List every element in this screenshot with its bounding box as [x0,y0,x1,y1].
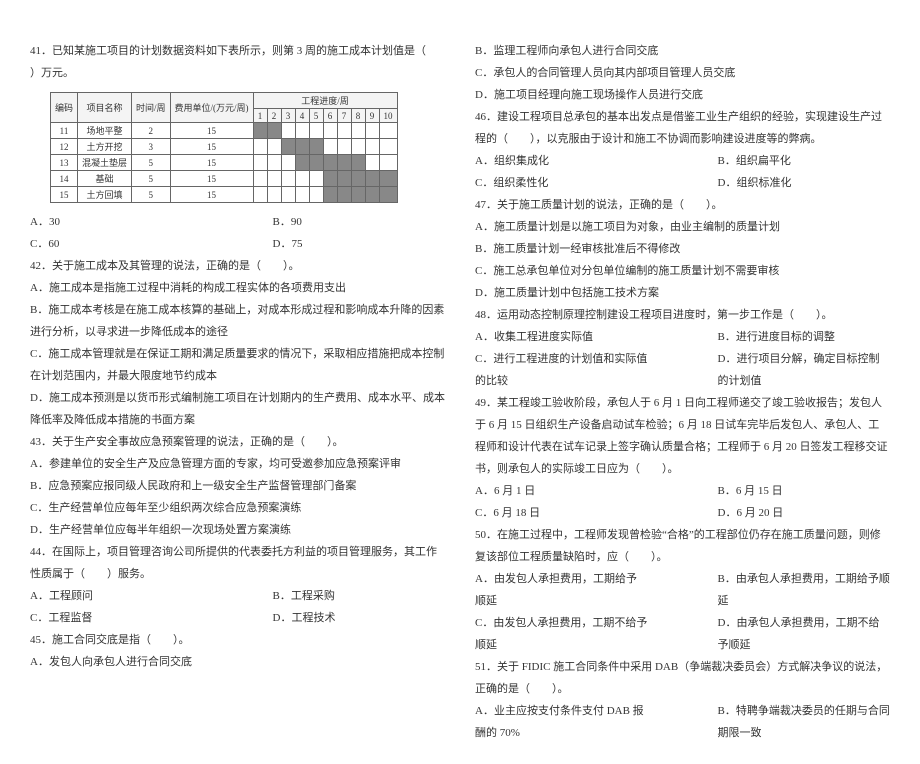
q43-opt-c: C．生产经营单位应每年至少组织两次综合应急预案演练 [30,497,445,519]
th-week: 7 [337,109,351,123]
q44-stem: 44．在国际上，项目管理咨询公司所提供的代表委托方利益的项目管理服务，其工作性质… [30,541,445,585]
q44-opts-row2: C．工程监督 D．工程技术 [30,607,445,629]
q47-opt-b: B．施工质量计划一经审核批准后不得修改 [475,238,890,260]
q48-stem: 48．运用动态控制原理控制建设工程项目进度时，第一步工作是（ ）。 [475,304,890,326]
q44-opt-c: C．工程监督 [30,607,203,629]
q42-opt-c: C．施工成本管理就是在保证工期和满足质量要求的情况下，采取相应措施把成本控制在计… [30,343,445,387]
q46-opts-row2: C．组织柔性化 D．组织标准化 [475,172,890,194]
q48-opt-d: D．进行项目分解，确定目标控制的计划值 [718,348,891,392]
q46-opts-row1: A．组织集成化 B．组织扁平化 [475,150,890,172]
q45-opt-c: C．承包人的合同管理人员向其内部项目管理人员交底 [475,62,890,84]
q45-stem: 45．施工合同交底是指（ ）。 [30,629,445,651]
table-row: 14基础515 [51,171,398,187]
q45-opt-b: B．监理工程师向承包人进行合同交底 [475,40,890,62]
q43-stem: 43．关于生产安全事故应急预案管理的说法，正确的是（ ）。 [30,431,445,453]
q47-stem: 47．关于施工质量计划的说法，正确的是（ ）。 [475,194,890,216]
q49-opt-b: B．6 月 15 日 [718,480,891,502]
th-week: 8 [351,109,365,123]
q45-opt-a: A．发包人向承包人进行合同交底 [30,651,445,673]
q49-opt-d: D．6 月 20 日 [718,502,891,524]
table-row: 15土方回填515 [51,187,398,203]
q41-opt-c: C．60 [30,233,203,255]
q47-opt-c: C．施工总承包单位对分包单位编制的施工质量计划不需要审核 [475,260,890,282]
th-week: 3 [281,109,295,123]
q46-stem: 46．建设工程项目总承包的基本出发点是借鉴工业生产组织的经验，实现建设生产过程的… [475,106,890,150]
q41-opt-d: D．75 [273,233,446,255]
q44-opt-d: D．工程技术 [273,607,446,629]
q46-opt-c: C．组织柔性化 [475,172,648,194]
th-progress: 工程进度/周 [253,93,397,109]
th-name: 项目名称 [78,93,132,123]
q50-opt-c: C．由发包人承担费用，工期不给予顺延 [475,612,648,656]
q49-opts-row1: A．6 月 1 日 B．6 月 15 日 [475,480,890,502]
q41-opt-b: B．90 [273,211,446,233]
left-column: 41．已知某施工项目的计划数据资料如下表所示，则第 3 周的施工成本计划值是（ … [30,40,445,744]
q48-opt-b: B．进行进度目标的调整 [718,326,891,348]
q45-opt-d: D．施工项目经理向施工现场操作人员进行交底 [475,84,890,106]
th-week: 9 [365,109,379,123]
gantt-table: 编码 项目名称 时间/周 费用单位/(万元/周) 工程进度/周 1 2 3 4 … [50,92,398,203]
q41-opts-row1: A．30 B．90 [30,211,445,233]
q50-opt-a: A．由发包人承担费用，工期给予顺延 [475,568,648,612]
q48-opts-row2: C．进行工程进度的计划值和实际值的比较 D．进行项目分解，确定目标控制的计划值 [475,348,890,392]
q50-opt-b: B．由承包人承担费用，工期给予顺延 [718,568,891,612]
right-column: B．监理工程师向承包人进行合同交底 C．承包人的合同管理人员向其内部项目管理人员… [475,40,890,744]
q41-opts-row2: C．60 D．75 [30,233,445,255]
q43-opt-a: A．参建单位的安全生产及应急管理方面的专家，均可受邀参加应急预案评审 [30,453,445,475]
q41-table: 编码 项目名称 时间/周 费用单位/(万元/周) 工程进度/周 1 2 3 4 … [50,92,445,203]
q50-stem: 50．在施工过程中，工程师发现曾检验“合格”的工程部位仍存在施工质量问题，则修复… [475,524,890,568]
table-row: 13混凝土垫层515 [51,155,398,171]
q42-opt-a: A．施工成本是指施工过程中消耗的构成工程实体的各项费用支出 [30,277,445,299]
q41-opt-a: A．30 [30,211,203,233]
q49-opt-c: C．6 月 18 日 [475,502,648,524]
q46-opt-a: A．组织集成化 [475,150,648,172]
table-row: 11场地平整215 [51,123,398,139]
q42-opt-b: B．施工成本考核是在施工成本核算的基础上，对成本形成过程和影响成本升降的因素进行… [30,299,445,343]
q51-opt-a: A．业主应按支付条件支付 DAB 报酬的 70% [475,700,648,744]
table-row: 12土方开挖315 [51,139,398,155]
q51-stem: 51．关于 FIDIC 施工合同条件中采用 DAB（争端裁决委员会）方式解决争议… [475,656,890,700]
q42-stem: 42．关于施工成本及其管理的说法，正确的是（ ）。 [30,255,445,277]
q50-opt-d: D．由承包人承担费用，工期不给予顺延 [718,612,891,656]
q46-opt-d: D．组织标准化 [718,172,891,194]
q43-opt-d: D．生产经营单位应每半年组织一次现场处置方案演练 [30,519,445,541]
q49-opts-row2: C．6 月 18 日 D．6 月 20 日 [475,502,890,524]
th-code: 编码 [51,93,78,123]
th-week: 1 [253,109,267,123]
th-time: 时间/周 [132,93,171,123]
q48-opts-row1: A．收集工程进度实际值 B．进行进度目标的调整 [475,326,890,348]
q43-opt-b: B．应急预案应报同级人民政府和上一级安全生产监督管理部门备案 [30,475,445,497]
q42-opt-d: D．施工成本预测是以货币形式编制施工项目在计划期内的生产费用、成本水平、成本降低… [30,387,445,431]
q50-opts-row1: A．由发包人承担费用，工期给予顺延 B．由承包人承担费用，工期给予顺延 [475,568,890,612]
q44-opt-a: A．工程顾问 [30,585,203,607]
q49-stem: 49．某工程竣工验收阶段，承包人于 6 月 1 日向工程师递交了竣工验收报告；发… [475,392,890,480]
q48-opt-a: A．收集工程进度实际值 [475,326,648,348]
q49-opt-a: A．6 月 1 日 [475,480,648,502]
th-cost: 费用单位/(万元/周) [170,93,253,123]
th-week: 2 [267,109,281,123]
page-container: 41．已知某施工项目的计划数据资料如下表所示，则第 3 周的施工成本计划值是（ … [0,0,920,764]
th-week: 4 [295,109,309,123]
q47-opt-a: A．施工质量计划是以施工项目为对象，由业主编制的质量计划 [475,216,890,238]
q46-opt-b: B．组织扁平化 [718,150,891,172]
q48-opt-c: C．进行工程进度的计划值和实际值的比较 [475,348,648,392]
th-week: 10 [379,109,397,123]
q51-opts-row1: A．业主应按支付条件支付 DAB 报酬的 70% B．特聘争端裁决委员的任期与合… [475,700,890,744]
q47-opt-d: D．施工质量计划中包括施工技术方案 [475,282,890,304]
q50-opts-row2: C．由发包人承担费用，工期不给予顺延 D．由承包人承担费用，工期不给予顺延 [475,612,890,656]
q51-opt-b: B．特聘争端裁决委员的任期与合同期限一致 [718,700,891,744]
th-week: 6 [323,109,337,123]
q41-stem: 41．已知某施工项目的计划数据资料如下表所示，则第 3 周的施工成本计划值是（ … [30,40,445,84]
th-week: 5 [309,109,323,123]
q44-opt-b: B．工程采购 [273,585,446,607]
q44-opts-row1: A．工程顾问 B．工程采购 [30,585,445,607]
